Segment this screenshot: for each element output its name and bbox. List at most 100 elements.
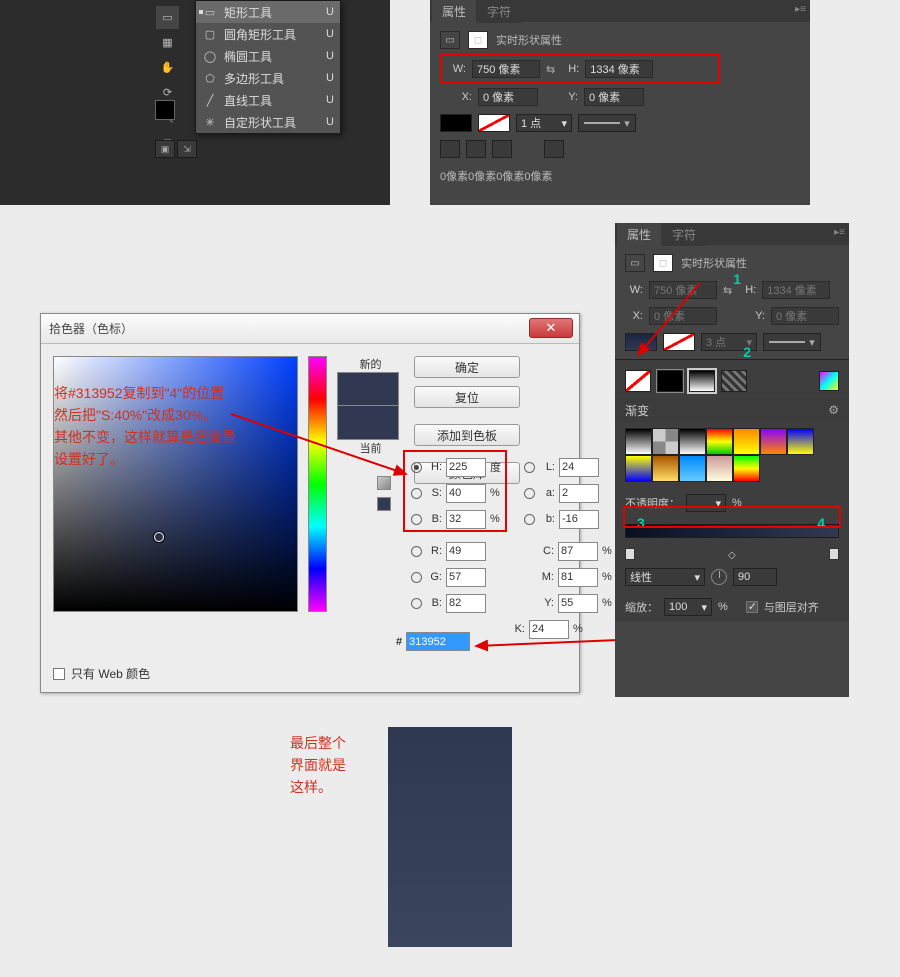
color-field[interactable]: 将#313952复制到"4"的位置 然后把"S:40%"改成30%。 其他不变，… — [53, 356, 298, 612]
radio-s[interactable] — [411, 488, 422, 499]
flyout-line[interactable]: ╱ 直线工具 U — [196, 89, 340, 111]
lb-input[interactable]: -16 — [559, 510, 599, 529]
link-wh-icon[interactable]: ⇆ — [546, 63, 555, 76]
flyout-polygon[interactable]: ⬠ 多边形工具 U — [196, 67, 340, 89]
annotation-text: 将#313952复制到"4"的位置 然后把"S:40%"改成30%。 其他不变，… — [54, 382, 236, 470]
fill-none[interactable] — [625, 370, 651, 392]
fill-swatch-grad[interactable] — [625, 333, 657, 351]
stroke-style[interactable]: ▾ — [763, 333, 821, 351]
preset[interactable] — [652, 428, 679, 455]
hand-tool-icon[interactable]: ✋ — [156, 56, 179, 79]
gradient-stop-right[interactable] — [829, 548, 839, 560]
flyout-rounded-rect[interactable]: ▢ 圆角矩形工具 U — [196, 23, 340, 45]
stroke-swatch[interactable] — [478, 114, 510, 132]
tab-character[interactable]: 字符 — [477, 0, 521, 23]
opacity-input[interactable]: ▾ — [686, 494, 726, 512]
quickmask-icon[interactable]: ▣ — [155, 140, 175, 158]
angle-input[interactable]: 90 — [733, 568, 777, 586]
h-input[interactable]: 225 — [446, 458, 486, 477]
l-input[interactable]: 24 — [559, 458, 599, 477]
preset[interactable] — [733, 428, 760, 455]
height-input[interactable]: 1334 像素 — [585, 60, 653, 78]
preset[interactable] — [625, 455, 652, 482]
fill-gradient[interactable] — [689, 370, 715, 392]
stroke-size[interactable]: 1 点▾ — [516, 114, 572, 132]
s-input[interactable]: 40 — [446, 484, 486, 503]
tab-character[interactable]: 字符 — [662, 223, 706, 246]
radio-lb[interactable] — [524, 514, 535, 525]
m-input[interactable]: 81 — [558, 568, 598, 587]
x-input[interactable]: 0 像素 — [478, 88, 538, 106]
closest-web-swatch[interactable] — [377, 497, 391, 511]
rectangle-tool-icon[interactable]: ▭ — [156, 6, 179, 29]
radio-bb[interactable] — [411, 598, 422, 609]
radio-g[interactable] — [411, 572, 422, 583]
tab-properties[interactable]: 属性 — [617, 223, 661, 246]
g-input[interactable]: 57 — [446, 568, 486, 587]
fill-pattern[interactable] — [721, 370, 747, 392]
width-input[interactable]: 750 像素 — [472, 60, 540, 78]
current-color-swatch[interactable] — [337, 406, 399, 440]
preset[interactable] — [706, 428, 733, 455]
link-icon[interactable]: ⇆ — [723, 284, 732, 297]
new-color-swatch[interactable] — [337, 372, 399, 406]
tab-properties[interactable]: 属性 — [432, 0, 476, 23]
y-input-ro: 0 像素 — [771, 307, 839, 325]
radio-r[interactable] — [411, 546, 422, 557]
stroke-swatch[interactable] — [663, 333, 695, 351]
r-input[interactable]: 49 — [446, 542, 486, 561]
gamut-warning-icon[interactable] — [377, 476, 391, 490]
y-input[interactable]: 0 像素 — [584, 88, 644, 106]
scale-input[interactable]: 100▾ — [664, 598, 712, 616]
flyout-custom-shape[interactable]: ✳ 自定形状工具 U — [196, 111, 340, 133]
preset[interactable] — [625, 428, 652, 455]
hue-slider[interactable] — [308, 356, 327, 612]
angle-icon — [711, 569, 727, 585]
align-btn[interactable] — [440, 140, 460, 158]
panel-menu-icon[interactable]: ▸≡ — [795, 4, 806, 15]
hex-input[interactable]: 313952 — [406, 632, 470, 651]
flyout-rectangle[interactable]: ▭ 矩形工具 U — [196, 1, 340, 23]
dialog-titlebar[interactable]: 拾色器（色标） ✕ — [41, 314, 579, 344]
preset[interactable] — [706, 455, 733, 482]
close-button[interactable]: ✕ — [529, 318, 573, 338]
screenmode-icon[interactable]: ⇲ — [177, 140, 197, 158]
align-btn[interactable] — [492, 140, 512, 158]
tool-icon[interactable]: ▦ — [156, 31, 179, 54]
preset[interactable] — [760, 428, 787, 455]
gradient-stop-left[interactable] — [625, 548, 635, 560]
color-picker-icon[interactable] — [819, 371, 839, 391]
fill-swatch[interactable] — [440, 114, 472, 132]
b-input[interactable]: 32 — [446, 510, 486, 529]
radio-a[interactable] — [524, 488, 535, 499]
bb-input[interactable]: 82 — [446, 594, 486, 613]
ok-button[interactable]: 确定 — [414, 356, 520, 378]
preset[interactable] — [679, 428, 706, 455]
c-input[interactable]: 87 — [558, 542, 598, 561]
stroke-style[interactable]: ▾ — [578, 114, 636, 132]
a-input[interactable]: 2 — [559, 484, 599, 503]
preset[interactable] — [652, 455, 679, 482]
only-web-checkbox[interactable] — [53, 668, 65, 680]
gradient-bar[interactable] — [625, 524, 839, 538]
gear-icon[interactable]: ⚙ — [828, 403, 839, 417]
fill-solid[interactable] — [657, 370, 683, 392]
radio-l[interactable] — [524, 462, 535, 473]
radio-h[interactable] — [411, 462, 422, 473]
panel-menu-icon[interactable]: ▸≡ — [834, 227, 845, 238]
k-input[interactable]: 24 — [529, 620, 569, 639]
yy-input[interactable]: 55 — [558, 594, 598, 613]
foreground-swatch[interactable] — [155, 100, 175, 120]
gradient-type-select[interactable]: 线性▾ — [625, 568, 705, 586]
align-btn[interactable] — [466, 140, 486, 158]
preset[interactable] — [733, 455, 760, 482]
corner-link-icon[interactable] — [544, 140, 564, 158]
align-checkbox[interactable]: ✓ — [746, 601, 758, 613]
add-swatch-button[interactable]: 添加到色板 — [414, 424, 520, 446]
radio-b[interactable] — [411, 514, 422, 525]
preset[interactable] — [679, 455, 706, 482]
preset[interactable] — [787, 428, 814, 455]
reset-button[interactable]: 复位 — [414, 386, 520, 408]
flyout-ellipse[interactable]: ◯ 椭圆工具 U — [196, 45, 340, 67]
gradient-midpoint[interactable]: ◇ — [728, 550, 736, 558]
